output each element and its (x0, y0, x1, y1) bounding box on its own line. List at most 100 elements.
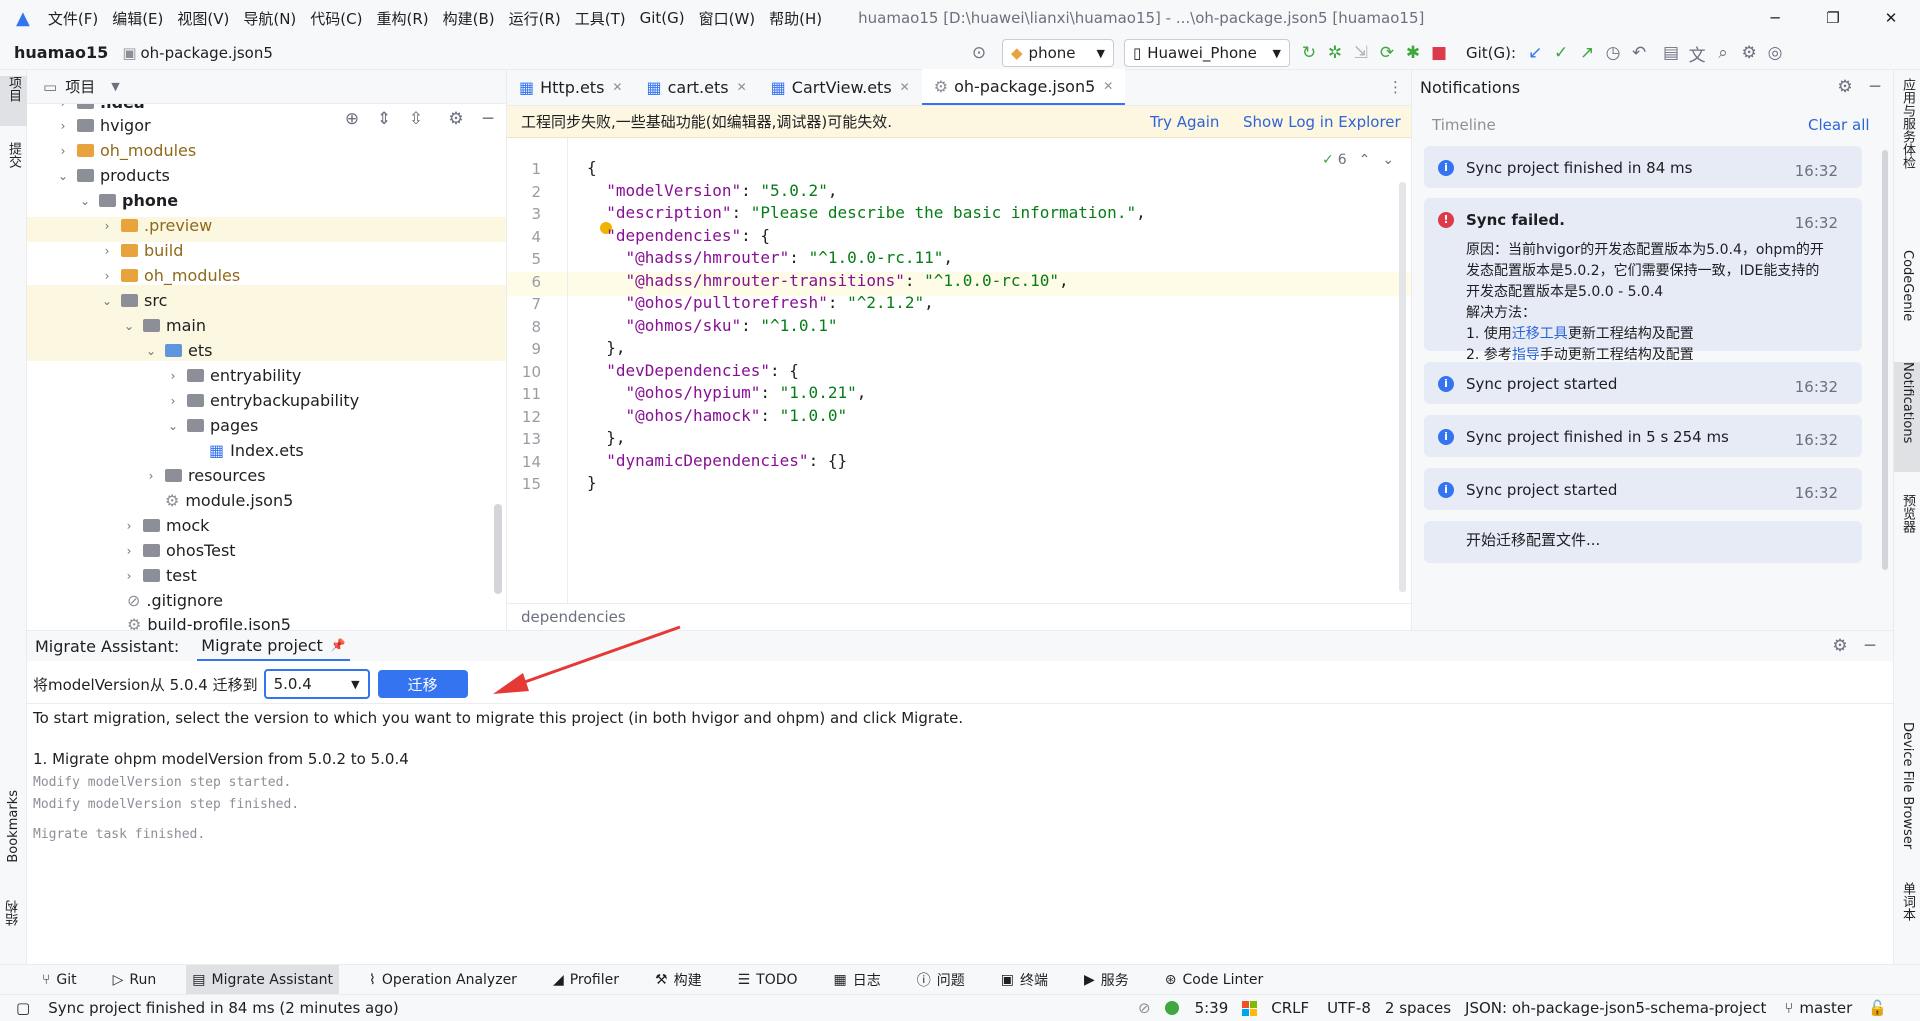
tree-item-pages[interactable]: ⌄ pages (165, 413, 258, 438)
profile-icon[interactable]: ✱ (1400, 40, 1426, 66)
close-tab-icon[interactable]: ✕ (737, 80, 747, 94)
tool-profiler[interactable]: ◢ Profiler (547, 965, 625, 995)
tree-item-ohostest[interactable]: › ohosTest (121, 538, 236, 563)
tree-item-module-json5[interactable]: ⚙ module.json5 (165, 488, 293, 513)
clear-all-link[interactable]: Clear all (1808, 116, 1870, 134)
chevron-right-icon[interactable]: › (121, 544, 137, 558)
indent-setting[interactable]: 2 spaces (1385, 999, 1451, 1017)
tool-build[interactable]: ⚒ 构建 (649, 965, 708, 995)
power-save-icon[interactable]: ⊘ (1138, 999, 1151, 1017)
notifications-tool-tab[interactable]: Notifications (1894, 362, 1920, 472)
tab-oh-package-json5[interactable]: ⚙ oh-package.json5 ✕ (921, 69, 1126, 105)
file-encoding[interactable]: UTF-8 (1327, 999, 1371, 1017)
git-push-icon[interactable]: ↗ (1574, 40, 1600, 66)
menu-edit[interactable]: 编辑(E) (112, 8, 163, 29)
device-select[interactable]: ▯ Huawei_Phone ▼ (1124, 39, 1290, 67)
codegenie-tool-tab[interactable]: CodeGenie (1894, 250, 1920, 321)
device-file-browser-tab[interactable]: Device File Browser (1894, 722, 1920, 849)
menu-help[interactable]: 帮助(H) (769, 8, 822, 29)
migrate-button[interactable]: 迁移 (377, 670, 468, 698)
close-icon[interactable]: ✕ (1862, 9, 1920, 27)
tab-cart-ets[interactable]: ▦ cart.ets ✕ (634, 69, 758, 105)
chevron-right-icon[interactable]: › (121, 569, 137, 583)
chevron-right-icon[interactable]: › (121, 519, 137, 533)
wordbook-tool-tab[interactable]: 单词本 (1894, 882, 1920, 921)
close-tab-icon[interactable]: ✕ (900, 80, 910, 94)
tree-item-hvigor[interactable]: › hvigor (55, 113, 151, 138)
commit-tool-tab[interactable]: 提交 (0, 142, 27, 168)
chevron-down-icon[interactable]: ⌄ (1382, 152, 1394, 168)
chevron-right-icon[interactable]: › (165, 394, 181, 408)
tool-migrate-assistant[interactable]: ▤ Migrate Assistant (186, 964, 340, 995)
apply-changes-icon[interactable]: ⟳ (1374, 40, 1400, 66)
run-icon[interactable]: ↻ (1296, 40, 1322, 66)
try-again-link[interactable]: Try Again (1150, 113, 1219, 131)
tool-todo[interactable]: ☰ TODO (732, 965, 804, 995)
chevron-down-icon[interactable]: ▼ (111, 80, 119, 93)
notification-card[interactable]: i Sync project finished in 5 s 254 ms 16… (1424, 415, 1862, 457)
chevron-right-icon[interactable]: › (55, 144, 71, 158)
project-tool-tab[interactable]: 项目 (0, 76, 27, 126)
chevron-right-icon[interactable]: › (99, 269, 115, 283)
menu-build[interactable]: 构建(B) (443, 8, 495, 29)
tool-code-linter[interactable]: ⊛ Code Linter (1159, 965, 1269, 995)
tree-item-main[interactable]: ⌄ main (121, 313, 206, 338)
pin-icon[interactable]: 📌 (331, 638, 346, 652)
tree-item-ets[interactable]: ⌄ ets (143, 338, 212, 363)
tree-item-index-ets[interactable]: ▦ Index.ets (209, 438, 304, 463)
json-schema[interactable]: JSON: oh-package-json5-schema-project (1465, 999, 1766, 1017)
hide-icon[interactable]: ─ (1857, 633, 1883, 659)
tool-terminal[interactable]: ▣ 终端 (995, 965, 1054, 995)
project-name[interactable]: huamao15 (14, 43, 108, 62)
tool-log[interactable]: ▦ 日志 (828, 965, 887, 995)
structure-tool-tab[interactable]: 结构 (0, 900, 27, 926)
tab-migrate-project[interactable]: Migrate project 📌 (197, 631, 350, 661)
tree-item-oh-modules[interactable]: › oh_modules (55, 138, 197, 163)
chevron-down-icon[interactable]: ⌄ (99, 294, 115, 308)
cursor-position[interactable]: 5:39 (1195, 999, 1229, 1017)
guide-link[interactable]: 指导 (1512, 347, 1540, 363)
chevron-right-icon[interactable]: › (99, 244, 115, 258)
debug-icon[interactable]: ✲ (1322, 40, 1348, 66)
tree-item-products[interactable]: ⌄ products (55, 163, 170, 188)
module-select[interactable]: ◆ phone ▼ (1002, 39, 1114, 67)
chevron-down-icon[interactable]: ⌄ (77, 194, 93, 208)
settings-icon[interactable]: ⚙ (1736, 40, 1762, 66)
more-tabs-icon[interactable]: ⋮ (1388, 78, 1403, 96)
chevron-down-icon[interactable]: ⌄ (165, 419, 181, 433)
settings-icon[interactable]: ⚙ (1832, 74, 1858, 100)
menu-code[interactable]: 代码(C) (310, 8, 362, 29)
tree-scrollbar[interactable] (494, 504, 502, 594)
tree-item-phone[interactable]: ⌄ phone (77, 188, 178, 213)
menu-run[interactable]: 运行(R) (509, 8, 561, 29)
chevron-right-icon[interactable]: › (143, 469, 159, 483)
notification-card[interactable]: 开始迁移配置文件... (1424, 521, 1862, 563)
attach-debugger-icon[interactable]: ⇲ (1348, 40, 1374, 66)
translate-icon[interactable]: 文 (1684, 40, 1710, 66)
previewer-tool-tab[interactable]: 预览器 (1894, 494, 1920, 533)
tree-item-entrybackupability[interactable]: › entrybackupability (165, 388, 360, 413)
tree-item-src[interactable]: ⌄ src (99, 288, 167, 313)
bookmarks-tool-tab[interactable]: Bookmarks (0, 790, 27, 863)
git-commit-icon[interactable]: ✓ (1548, 40, 1574, 66)
project-panel-title[interactable]: 项目 (65, 76, 95, 97)
tool-services[interactable]: ▶ 服务 (1078, 965, 1135, 995)
chevron-up-icon[interactable]: ⌃ (1359, 152, 1371, 168)
search-icon[interactable]: ⌕ (1710, 40, 1736, 66)
menu-tools[interactable]: 工具(T) (575, 8, 626, 29)
current-file[interactable]: oh-package.json5 (141, 44, 273, 62)
settings-icon[interactable]: ⚙ (1827, 633, 1853, 659)
tool-problems[interactable]: ⓘ 问题 (911, 965, 971, 995)
minimize-icon[interactable]: ─ (1746, 9, 1804, 27)
chevron-right-icon[interactable]: › (55, 104, 71, 110)
services-tool-tab[interactable]: 应用与服务体检 (1894, 78, 1920, 169)
target-icon[interactable]: ⊙ (966, 40, 992, 66)
tab-http-ets[interactable]: ▦ Http.ets ✕ (507, 69, 634, 105)
tree-item-build[interactable]: › build (99, 238, 184, 263)
chevron-right-icon[interactable]: › (165, 369, 181, 383)
tree-item-gitignore[interactable]: ⊘ .gitignore (127, 588, 223, 613)
tree-item-mock[interactable]: › mock (121, 513, 210, 538)
notification-card[interactable]: i Sync project started 16:32 (1424, 468, 1862, 510)
menu-file[interactable]: 文件(F) (48, 8, 98, 29)
tool-operation-analyzer[interactable]: ⌇ Operation Analyzer (363, 965, 523, 995)
